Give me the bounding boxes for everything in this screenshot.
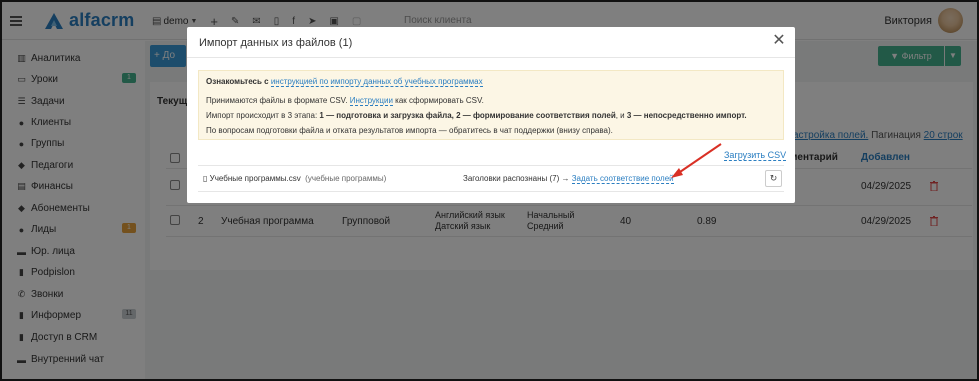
- app-frame: alfacrm ▤ demo ▼ + ✎ ✉ ▯ f ➤ ▣ ▢ Поиск к…: [0, 0, 979, 381]
- info-line-4: По вопросам подготовки файла и отката ре…: [206, 126, 613, 135]
- info-text: , и: [615, 111, 627, 120]
- refresh-button[interactable]: ↻: [765, 170, 782, 187]
- dialog-title: Импорт данных из файлов (1): [199, 37, 352, 49]
- file-name: Учебные программы.csv: [209, 174, 301, 183]
- file-info: ▯ Учебные программы.csv (учебные програм…: [203, 174, 386, 183]
- divider: [187, 57, 795, 58]
- info-text: Принимаются файлы в формате CSV.: [206, 96, 350, 105]
- info-text: как сформировать CSV.: [392, 96, 484, 105]
- dialog-title-count: (1): [338, 37, 353, 49]
- close-icon[interactable]: ✕: [771, 33, 787, 49]
- upload-csv-link[interactable]: Загрузить CSV: [724, 150, 787, 161]
- file-icon: ▯: [203, 174, 208, 183]
- info-text: Импорт происходит в 3 этапа:: [206, 111, 320, 120]
- csv-instructions-link[interactable]: Инструкции: [349, 96, 393, 106]
- info-box: Ознакомьтесь с инструкцией по импорту да…: [198, 70, 784, 140]
- info-line-2: Принимаются файлы в формате CSV. Инструк…: [206, 96, 484, 106]
- file-status: Заголовки распознаны (7) → Задать соотве…: [463, 174, 674, 184]
- annotation-arrow-icon: [671, 143, 722, 178]
- info-line-1: Ознакомьтесь с инструкцией по импорту да…: [206, 77, 483, 87]
- dialog-title-text: Импорт данных из файлов: [199, 37, 336, 49]
- refresh-icon: ↻: [769, 173, 778, 183]
- import-instructions-link[interactable]: инструкцией по импорту данных об учебных…: [270, 77, 483, 87]
- info-text-bold: 1 — подготовка и загрузка файла, 2 — фор…: [319, 111, 616, 120]
- file-status-text: Заголовки распознаны (7) →: [463, 174, 572, 183]
- info-text: Ознакомьтесь с: [206, 77, 271, 86]
- info-text-bold: 3 — непосредственно импорт.: [626, 111, 747, 120]
- import-dialog: Импорт данных из файлов (1) ✕ Ознакомьте…: [187, 27, 795, 203]
- map-fields-link[interactable]: Задать соответствие полей: [571, 174, 674, 184]
- file-type: (учебные программы): [305, 174, 387, 183]
- info-line-3: Импорт происходит в 3 этапа: 1 — подгото…: [206, 111, 747, 120]
